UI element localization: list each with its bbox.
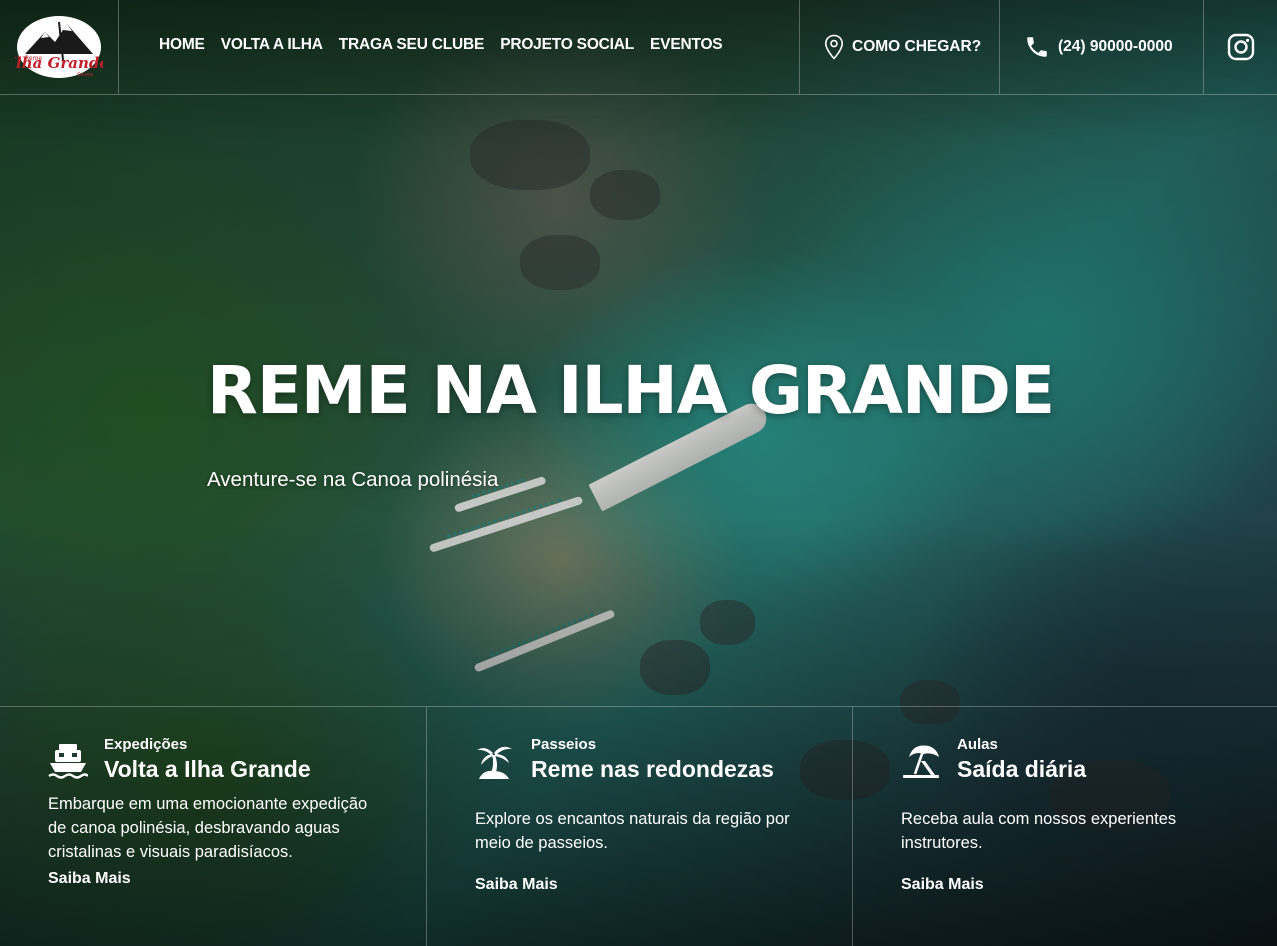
svg-text:Reme: Reme xyxy=(25,55,42,62)
svg-text:Canoa: Canoa xyxy=(77,72,93,78)
nav-traga-seu-clube[interactable]: TRAGA SEU CLUBE xyxy=(339,36,485,54)
map-pin-icon xyxy=(824,34,844,60)
ship-icon xyxy=(48,744,88,779)
card-description: Receba aula com nossos experientes instr… xyxy=(901,810,1177,852)
palm-tree-icon xyxy=(477,746,512,779)
brand-logo[interactable]: Ilha Grande Reme Canoa xyxy=(15,14,103,80)
hero-title: REME NA ILHA GRANDE xyxy=(207,352,1055,429)
card-kicker: Expedições xyxy=(104,736,188,753)
phone-link[interactable]: (24) 90000-0000 xyxy=(999,0,1203,94)
card-title: Saída diária xyxy=(957,756,1087,782)
site-header: Ilha Grande Reme Canoa HOME VOLTA A ILHA… xyxy=(0,0,1277,95)
card-passeios: Passeios Reme nas redondezas Explore os … xyxy=(426,707,852,946)
card-description: Embarque em uma emocionante expedição de… xyxy=(48,795,368,861)
main-nav: HOME VOLTA A ILHA TRAGA SEU CLUBE PROJET… xyxy=(119,0,799,94)
card-expedicoes: Expedições Volta a Ilha Grande Embarque … xyxy=(0,707,426,946)
nav-projeto-social[interactable]: PROJETO SOCIAL xyxy=(500,36,634,54)
logo-container[interactable]: Ilha Grande Reme Canoa xyxy=(0,0,119,94)
card-title: Volta a Ilha Grande xyxy=(104,756,311,782)
hero-subtitle: Aventure-se na Canoa polinésia xyxy=(207,468,499,491)
phone-number: (24) 90000-0000 xyxy=(1058,38,1173,55)
saiba-mais-link[interactable]: Saiba Mais xyxy=(475,876,558,894)
instagram-icon xyxy=(1227,33,1254,61)
nav-eventos[interactable]: EVENTOS xyxy=(650,36,723,54)
nav-home[interactable]: HOME xyxy=(159,36,205,54)
card-aulas: Aulas Saída diária Receba aula com nosso… xyxy=(852,707,1277,946)
saiba-mais-link[interactable]: Saiba Mais xyxy=(901,876,984,894)
card-description: Explore os encantos naturais da região p… xyxy=(475,810,790,852)
saiba-mais-link[interactable]: Saiba Mais xyxy=(48,870,131,888)
feature-cards: Expedições Volta a Ilha Grande Embarque … xyxy=(0,706,1277,946)
como-chegar-link[interactable]: COMO CHEGAR? xyxy=(799,0,999,94)
phone-icon xyxy=(1027,37,1047,57)
instagram-link[interactable] xyxy=(1203,0,1277,94)
card-kicker: Passeios xyxy=(531,736,597,753)
como-chegar-label: COMO CHEGAR? xyxy=(852,38,982,55)
card-kicker: Aulas xyxy=(957,736,998,753)
nav-volta-a-ilha[interactable]: VOLTA A ILHA xyxy=(221,36,323,54)
beach-umbrella-icon xyxy=(903,745,939,778)
card-title: Reme nas redondezas xyxy=(531,756,774,782)
